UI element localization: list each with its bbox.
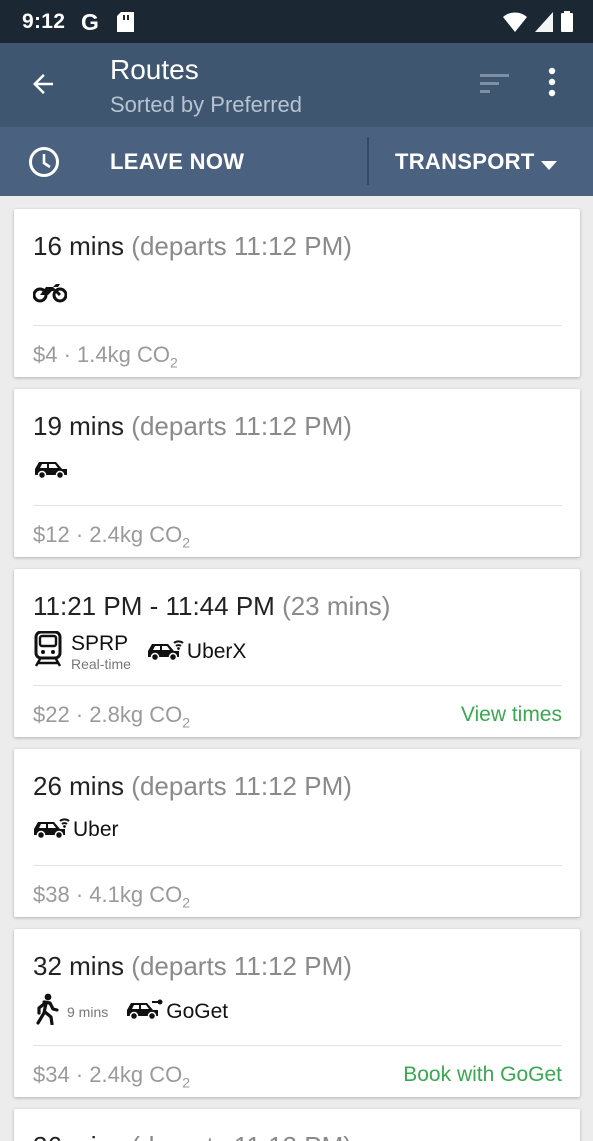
route-card[interactable]: 19 mins (departs 11:12 PM) $12 · 2.4kg C… bbox=[14, 389, 580, 557]
card-divider bbox=[33, 505, 562, 506]
route-departs: (departs 11:12 PM) bbox=[131, 951, 352, 981]
back-arrow-icon[interactable] bbox=[28, 69, 58, 104]
carshare-car-icon bbox=[126, 998, 164, 1025]
leave-now-button[interactable]: LEAVE NOW bbox=[110, 149, 244, 175]
route-modes: 9 mins GoGet bbox=[33, 993, 228, 1030]
route-modes: Uber bbox=[33, 815, 119, 844]
battery-icon bbox=[561, 11, 573, 37]
transport-dropdown[interactable]: TRANSPORT bbox=[395, 149, 535, 175]
wifi-icon bbox=[503, 12, 527, 37]
route-header: 26 mins (departs 11:12 PM) bbox=[33, 771, 352, 802]
route-departs: (departs 11:12 PM) bbox=[131, 1131, 352, 1141]
carshare-label: GoGet bbox=[166, 999, 229, 1023]
route-duration: 11:21 PM - 11:44 PM bbox=[33, 591, 275, 621]
route-duration: 16 mins bbox=[33, 231, 125, 261]
route-modes bbox=[32, 279, 68, 308]
status-bar: 9:12 G bbox=[0, 0, 593, 43]
rideshare-label: Uber bbox=[73, 817, 119, 841]
filter-divider bbox=[367, 137, 369, 185]
route-duration: 19 mins bbox=[33, 411, 125, 441]
walking-icon bbox=[33, 993, 59, 1030]
route-departs: (departs 11:12 PM) bbox=[131, 771, 352, 801]
google-icon: G bbox=[81, 9, 99, 35]
card-divider bbox=[33, 685, 562, 686]
more-options-icon[interactable] bbox=[548, 67, 556, 102]
filter-bar: LEAVE NOW TRANSPORT bbox=[0, 127, 593, 196]
rideshare-car-icon bbox=[33, 815, 71, 844]
route-card[interactable]: 36 mins (departs 11:12 PM) bbox=[14, 1109, 580, 1141]
route-departs: (departs 11:12 PM) bbox=[131, 411, 352, 441]
route-header: 36 mins (departs 11:12 PM) bbox=[33, 1131, 352, 1141]
walk-duration: 9 mins bbox=[67, 1003, 109, 1020]
car-icon bbox=[33, 459, 69, 484]
route-card[interactable]: 32 mins (departs 11:12 PM) 9 mins GoGet … bbox=[14, 929, 580, 1097]
rideshare-car-icon bbox=[147, 637, 185, 666]
rideshare-label: UberX bbox=[186, 639, 247, 663]
page-title: Routes bbox=[110, 54, 199, 85]
train-icon bbox=[33, 630, 63, 672]
status-time: 9:12 bbox=[22, 10, 66, 33]
route-header: 19 mins (departs 11:12 PM) bbox=[33, 411, 352, 442]
route-cost: $34 · 2.4kg CO2 bbox=[33, 1062, 190, 1091]
train-service-label: SPRP bbox=[71, 631, 129, 655]
realtime-label: Real-time bbox=[71, 655, 131, 672]
book-goget-link[interactable]: Book with GoGet bbox=[403, 1063, 562, 1087]
route-header: 11:21 PM - 11:44 PM (23 mins) bbox=[33, 591, 390, 622]
view-times-link[interactable]: View times bbox=[461, 703, 562, 727]
route-cost: $4 · 1.4kg CO2 bbox=[33, 342, 178, 371]
card-divider bbox=[33, 325, 562, 326]
route-cost: $38 · 4.1kg CO2 bbox=[33, 882, 190, 911]
page-subtitle: Sorted by Preferred bbox=[110, 92, 302, 117]
route-duration: 36 mins bbox=[33, 1131, 124, 1141]
sd-card-icon bbox=[117, 12, 134, 37]
route-duration: 26 mins bbox=[33, 771, 125, 801]
route-departs: (departs 11:12 PM) bbox=[131, 231, 352, 261]
route-card[interactable]: 16 mins (departs 11:12 PM) $4 · 1.4kg CO… bbox=[14, 209, 580, 377]
route-modes: SPRP Real-time UberX bbox=[33, 630, 247, 672]
motorcycle-icon bbox=[32, 279, 68, 308]
card-divider bbox=[33, 1045, 562, 1046]
sort-icon[interactable] bbox=[480, 73, 510, 100]
route-header: 32 mins (departs 11:12 PM) bbox=[33, 951, 352, 982]
route-modes bbox=[33, 459, 69, 484]
train-service: SPRP Real-time bbox=[71, 632, 131, 672]
route-cost: $12 · 2.4kg CO2 bbox=[33, 522, 190, 551]
route-cost: $22 · 2.8kg CO2 bbox=[33, 702, 190, 731]
card-divider bbox=[33, 865, 562, 866]
route-departs: (23 mins) bbox=[282, 591, 391, 621]
clock-icon[interactable] bbox=[28, 146, 60, 183]
route-card[interactable]: 26 mins (departs 11:12 PM) Uber $38 · 4.… bbox=[14, 749, 580, 917]
signal-icon bbox=[535, 11, 553, 37]
route-duration: 32 mins bbox=[33, 951, 125, 981]
app-bar: Routes Sorted by Preferred bbox=[0, 43, 593, 127]
chevron-down-icon[interactable] bbox=[541, 157, 557, 175]
route-header: 16 mins (departs 11:12 PM) bbox=[33, 231, 352, 262]
route-card[interactable]: 11:21 PM - 11:44 PM (23 mins) SPRP Real-… bbox=[14, 569, 580, 737]
